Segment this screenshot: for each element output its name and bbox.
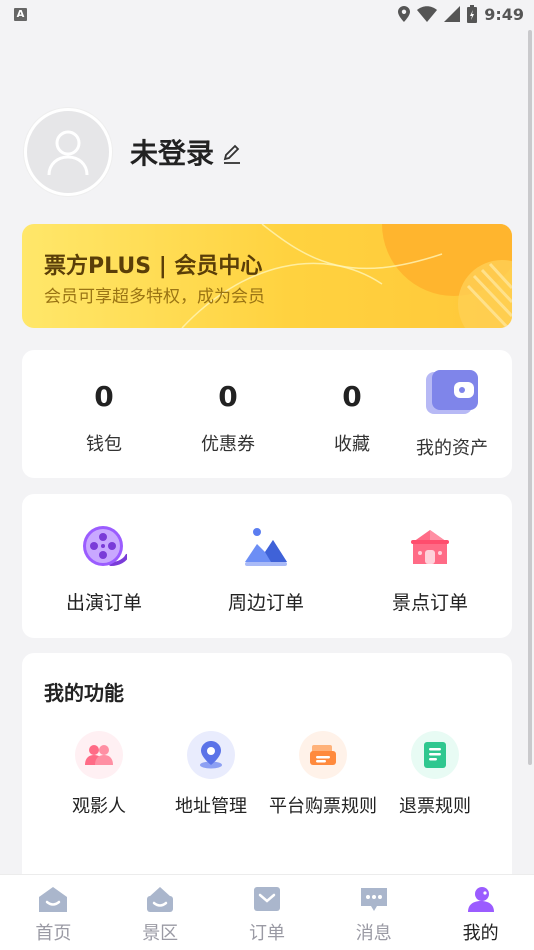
username[interactable]: 未登录 [130,132,214,172]
scenic-icon [147,887,174,912]
ticket-icon [310,745,336,765]
location-icon [200,741,222,769]
tab-orders[interactable]: 订单 [214,875,321,950]
profile-header[interactable]: 未登录 [24,108,242,196]
favorites-count: 0 [342,380,362,413]
orders-icon [253,887,280,911]
notification-icon: A [14,7,27,21]
tab-mine-label: 我的 [462,923,499,944]
functions-title: 我的功能 [44,681,124,705]
profile-icon [467,887,494,912]
location-pin-icon [398,6,411,22]
edit-icon[interactable] [222,144,242,164]
viewers-icon-circle [75,731,123,779]
wifi-icon [417,6,438,22]
tab-home-label: 首页 [35,923,72,944]
assets-card: 0 钱包 0 优惠券 0 收藏 我的资产 [22,350,512,478]
tab-messages[interactable]: 消息 [320,875,427,950]
orders-card: 出演订单 周边订单 景点订单 [22,494,512,638]
tab-messages-label: 消息 [355,923,392,944]
attraction-orders-label: 景点订单 [391,592,468,614]
message-icon [360,888,387,911]
viewers-label: 观影人 [72,796,126,817]
performance-orders-label: 出演订单 [65,592,142,614]
temple-icon [411,530,449,564]
vip-subtitle: 会员可享超多特权，成为会员 [44,287,265,307]
refund-rules-label: 退票规则 [399,796,471,817]
refund-rules-icon-circle [411,731,459,779]
scrollbar[interactable] [528,30,532,765]
tab-scenic-label: 景区 [142,923,179,944]
document-icon [424,742,446,768]
avatar[interactable] [24,108,112,196]
tab-orders-label: 订单 [248,923,285,944]
film-reel-icon [83,526,127,566]
tab-mine[interactable]: 我的 [427,875,534,950]
people-icon [85,745,113,765]
signal-icon [444,6,461,22]
my-assets-label: 我的资产 [416,438,488,459]
address-management-label: 地址管理 [175,796,247,817]
status-bar: A 9:49 [0,0,534,28]
tab-home[interactable]: 首页 [0,875,107,950]
coupon-count: 0 [218,380,238,413]
user-placeholder-icon [47,130,89,176]
wallet-label: 钱包 [86,434,122,455]
mountain-icon [245,528,287,566]
coupon-label: 优惠券 [201,434,255,455]
merch-orders-label: 周边订单 [227,592,304,614]
vip-title: 票方PLUS | 会员中心 [44,254,263,279]
battery-icon [467,5,478,23]
functions-card: 我的功能 观影人 地址管理 平台购票规则 退票规则 [22,653,512,893]
bottom-tab-bar: 首页 景区 订单 消息 我的 [0,874,534,950]
vip-banner[interactable]: 票方PLUS | 会员中心 会员可享超多特权，成为会员 [22,224,512,328]
tab-scenic[interactable]: 景区 [107,875,214,950]
ticket-rules-label: 平台购票规则 [269,796,377,817]
home-icon [39,887,68,912]
address-icon-circle [187,731,235,779]
wallet-icon [426,370,478,414]
status-time: 9:49 [484,4,524,24]
ticket-rules-icon-circle [299,731,347,779]
wallet-count: 0 [94,380,114,413]
